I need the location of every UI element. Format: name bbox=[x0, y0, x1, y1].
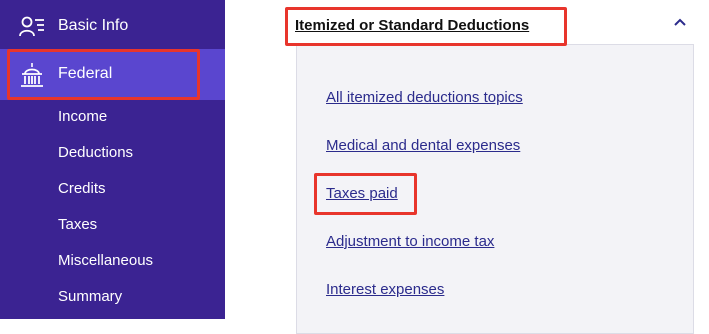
sidebar-item-label: Federal bbox=[58, 65, 113, 82]
link-adjustment-income-tax[interactable]: Adjustment to income tax bbox=[326, 233, 494, 250]
sidebar-item-label: Basic Info bbox=[58, 17, 129, 34]
sidebar-subitem-miscellaneous[interactable]: Miscellaneous bbox=[58, 252, 153, 269]
chevron-up-icon[interactable] bbox=[672, 14, 688, 30]
link-interest-expenses[interactable]: Interest expenses bbox=[326, 281, 444, 298]
sidebar-subitem-income[interactable]: Income bbox=[58, 108, 107, 125]
sidebar-item-federal[interactable]: Federal bbox=[0, 49, 225, 100]
sidebar-subitem-credits[interactable]: Credits bbox=[58, 180, 106, 197]
section-title-itemized-deductions[interactable]: Itemized or Standard Deductions bbox=[295, 17, 529, 34]
link-medical-dental-expenses[interactable]: Medical and dental expenses bbox=[326, 137, 520, 154]
sidebar-subitem-summary[interactable]: Summary bbox=[58, 288, 122, 305]
person-list-icon bbox=[19, 16, 44, 37]
link-taxes-paid[interactable]: Taxes paid bbox=[326, 185, 398, 202]
capitol-building-icon bbox=[21, 63, 43, 87]
sidebar-item-basic-info[interactable]: Basic Info bbox=[0, 8, 225, 46]
link-all-itemized-deductions[interactable]: All itemized deductions topics bbox=[326, 89, 523, 106]
sidebar-subitem-taxes[interactable]: Taxes bbox=[58, 216, 97, 233]
sidebar: Basic Info Federal Income Deductions Cre… bbox=[0, 0, 225, 319]
sidebar-subitem-deductions[interactable]: Deductions bbox=[58, 144, 133, 161]
